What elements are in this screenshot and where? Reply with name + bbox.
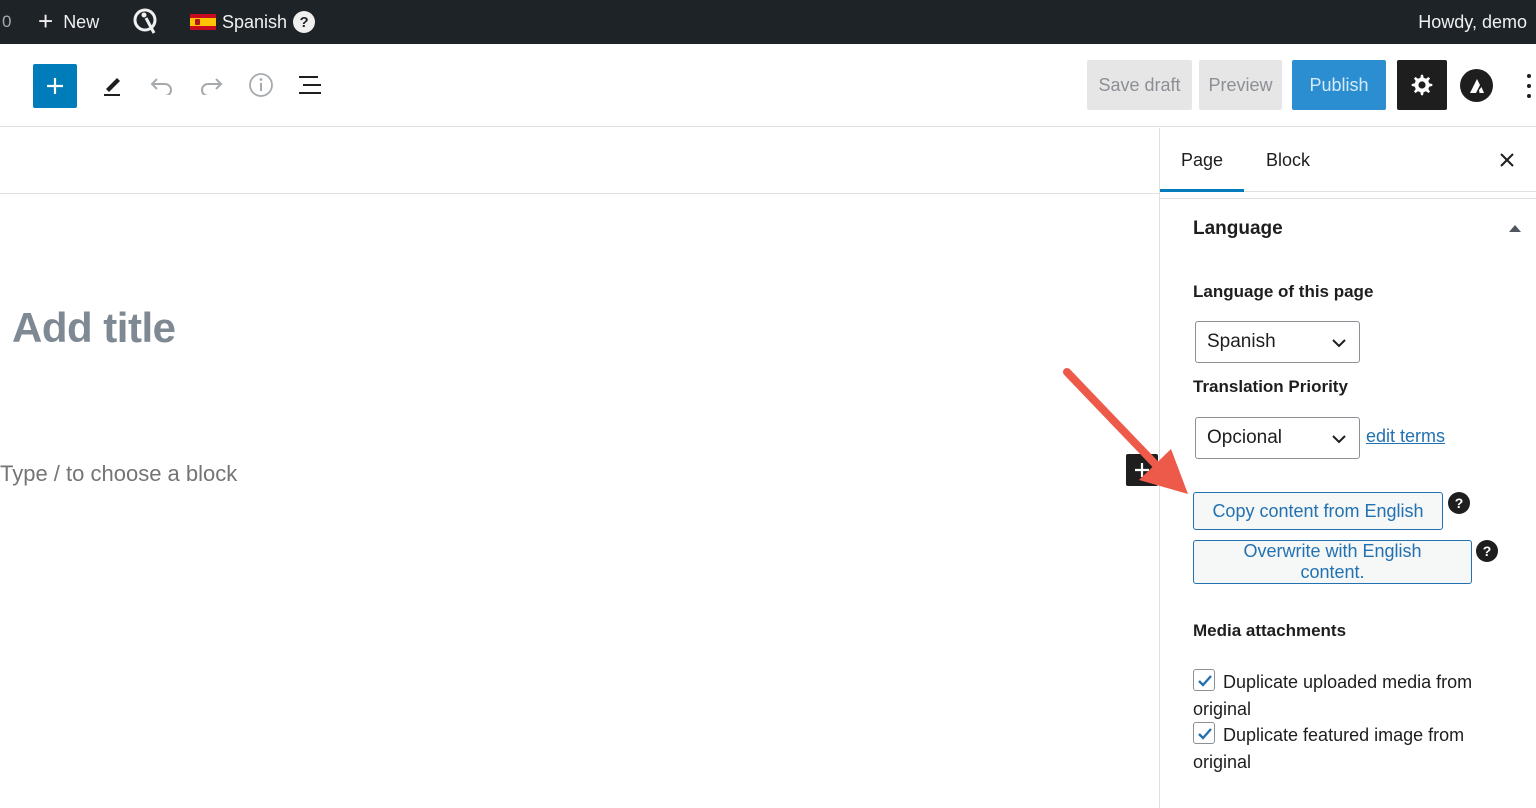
duplicate-media-label: Duplicate uploaded media from original — [1193, 672, 1473, 719]
post-title-input[interactable]: Add title — [12, 304, 176, 352]
help-icon[interactable]: ? — [1448, 492, 1470, 514]
chevron-down-icon — [1332, 435, 1346, 444]
admin-bar-new-label: New — [63, 11, 100, 32]
close-sidebar-button[interactable] — [1493, 146, 1521, 174]
list-view-icon — [299, 76, 321, 94]
admin-bar-account[interactable]: Howdy, demo — [1418, 0, 1527, 44]
duplicate-media-checkbox[interactable] — [1193, 669, 1215, 691]
pen-icon — [104, 78, 120, 96]
tools-pen-button[interactable] — [94, 67, 130, 103]
block-inserter-button[interactable] — [33, 64, 77, 108]
admin-bar-language-switcher[interactable]: Spanish ? — [190, 0, 316, 44]
admin-bar: 0 + New Spanish ? Howdy, demo — [0, 0, 1536, 44]
sidebar-tabs: Page Block — [1160, 128, 1536, 192]
info-icon — [249, 73, 273, 97]
options-menu-button[interactable] — [1526, 74, 1532, 98]
spain-flag-icon — [190, 14, 216, 30]
plus-icon — [47, 78, 63, 94]
copy-content-button[interactable]: Copy content from English — [1193, 492, 1443, 530]
priority-label: Translation Priority — [1193, 377, 1348, 396]
edit-terms-link[interactable]: edit terms — [1366, 426, 1445, 447]
undo-icon — [150, 78, 172, 95]
plus-icon — [1135, 463, 1149, 477]
editor-canvas: Add title Type / to choose a block — [0, 128, 1159, 808]
checkmark-icon — [1198, 675, 1212, 687]
language-panel-title[interactable]: Language — [1193, 218, 1283, 240]
astra-settings-button[interactable] — [1460, 69, 1493, 102]
details-button[interactable] — [243, 67, 279, 103]
chevron-down-icon — [1332, 339, 1346, 348]
tab-page[interactable]: Page — [1160, 128, 1244, 192]
language-select[interactable]: Spanish — [1195, 321, 1360, 363]
language-select-value: Spanish — [1207, 331, 1276, 352]
preview-button[interactable]: Preview — [1199, 60, 1282, 110]
media-attachments-label: Media attachments — [1193, 621, 1347, 640]
inline-block-inserter-button[interactable] — [1126, 454, 1158, 486]
redo-icon — [201, 78, 223, 95]
settings-button[interactable] — [1397, 60, 1447, 110]
undo-button[interactable] — [144, 67, 180, 103]
editor-toolbar: Save draft Preview Publish — [0, 44, 1536, 127]
query-monitor-icon[interactable] — [132, 0, 160, 44]
language-label: Language of this page — [1193, 282, 1374, 301]
astra-icon — [1469, 78, 1484, 93]
publish-button[interactable]: Publish — [1292, 60, 1386, 110]
duplicate-featured-checkbox-row[interactable]: Duplicate featured image from original — [1193, 722, 1523, 776]
close-icon — [1500, 153, 1514, 167]
save-draft-button[interactable]: Save draft — [1087, 60, 1192, 110]
help-icon[interactable]: ? — [1476, 540, 1498, 562]
duplicate-featured-label: Duplicate featured image from original — [1193, 725, 1465, 772]
divider — [0, 193, 1159, 194]
priority-select-value: Opcional — [1207, 427, 1282, 448]
overwrite-content-button[interactable]: Overwrite with English content. — [1193, 540, 1472, 584]
duplicate-media-checkbox-row[interactable]: Duplicate uploaded media from original — [1193, 669, 1523, 723]
collapse-caret-icon[interactable] — [1509, 225, 1521, 232]
list-view-button[interactable] — [292, 67, 328, 103]
gear-icon — [1411, 74, 1433, 96]
checkmark-icon — [1198, 728, 1212, 740]
divider — [1160, 198, 1536, 199]
priority-select[interactable]: Opcional — [1195, 417, 1360, 459]
redo-button[interactable] — [193, 67, 229, 103]
help-icon[interactable]: ? — [293, 11, 316, 33]
admin-bar-language-label: Spanish — [222, 11, 288, 32]
plus-icon: + — [38, 6, 54, 36]
tab-block[interactable]: Block — [1252, 128, 1324, 192]
admin-bar-new[interactable]: + New — [38, 0, 99, 44]
duplicate-featured-checkbox[interactable] — [1193, 722, 1215, 744]
block-placeholder[interactable]: Type / to choose a block — [0, 461, 237, 487]
settings-sidebar: Page Block Language Language of this pag… — [1159, 128, 1536, 808]
admin-bar-counter[interactable]: 0 — [2, 0, 11, 44]
